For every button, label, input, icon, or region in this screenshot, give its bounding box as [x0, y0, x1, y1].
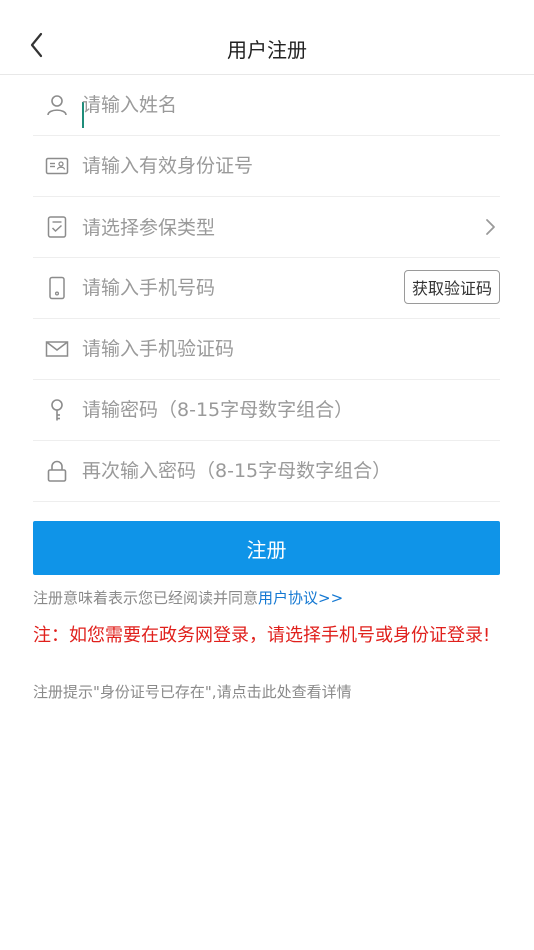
register-button[interactable]: 注册: [33, 521, 500, 575]
password-confirm-input[interactable]: [82, 453, 492, 489]
password-input[interactable]: [82, 392, 492, 428]
page-title: 用户注册: [227, 38, 307, 62]
phone-icon: [45, 276, 69, 300]
id-card-icon: [45, 154, 69, 178]
user-icon: [45, 93, 69, 117]
name-row: [33, 75, 500, 136]
chevron-right-icon: [482, 217, 498, 237]
sms-code-row: [33, 319, 500, 380]
get-code-button[interactable]: 获取验证码: [404, 270, 500, 304]
agreement-label: 注册意味着表示您已经阅读并同意: [33, 589, 259, 607]
password-row: [33, 380, 500, 441]
clipboard-check-icon: [45, 215, 69, 239]
id-exists-hint-link[interactable]: 注册提示"身份证号已存在",请点击此处查看详情: [33, 682, 352, 702]
id-card-input[interactable]: [82, 148, 492, 184]
user-agreement-link[interactable]: 用户协议>>: [258, 589, 343, 607]
agreement-text: 注册意味着表示您已经阅读并同意用户协议>>: [33, 588, 343, 608]
insurance-type-select[interactable]: 请选择参保类型: [82, 215, 215, 241]
registration-form: 请选择参保类型 获取验证码: [33, 75, 500, 502]
phone-row: 获取验证码: [33, 258, 500, 319]
login-notice: 注：如您需要在政务网登录，请选择手机号或身份证登录!: [33, 625, 491, 646]
app-header: 用户注册: [0, 0, 534, 75]
key-icon: [45, 398, 69, 422]
mail-icon: [45, 337, 69, 361]
lock-icon: [45, 459, 69, 483]
phone-input[interactable]: [82, 270, 332, 306]
name-input[interactable]: [82, 87, 392, 123]
id-card-row: [33, 136, 500, 197]
sms-code-input[interactable]: [82, 331, 492, 367]
password-confirm-row: [33, 441, 500, 502]
insurance-type-row[interactable]: 请选择参保类型: [33, 197, 500, 258]
